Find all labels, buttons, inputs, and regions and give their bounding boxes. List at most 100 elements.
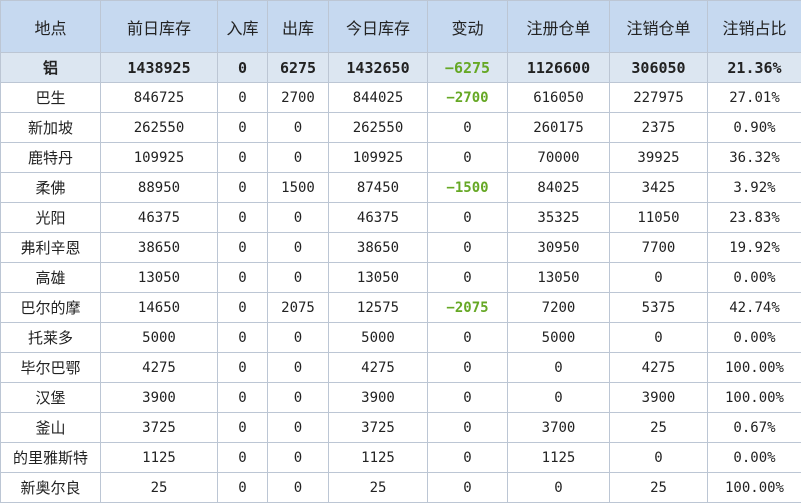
row-value-cell: 0 — [218, 203, 268, 233]
row-location-cell: 高雄 — [1, 263, 101, 293]
row-value-cell: 23.83% — [708, 203, 801, 233]
row-value-cell: 46375 — [329, 203, 428, 233]
row-value-cell: 3425 — [610, 173, 708, 203]
row-value-cell: 0 — [218, 263, 268, 293]
row-value-cell: 84025 — [508, 173, 610, 203]
row-value-cell: 1125 — [101, 443, 218, 473]
col-header-prev-stock: 前日库存 — [101, 1, 218, 53]
row-value-cell: 0 — [610, 443, 708, 473]
row-value-cell: 0 — [428, 473, 508, 503]
row-value-cell: 2700 — [268, 83, 329, 113]
row-value-cell: 0 — [218, 113, 268, 143]
row-value-cell: 0 — [218, 383, 268, 413]
summary-cell: 6275 — [268, 53, 329, 83]
row-value-cell: 3.92% — [708, 173, 801, 203]
row-value-cell: 4275 — [329, 353, 428, 383]
row-value-cell: 100.00% — [708, 383, 801, 413]
row-location-cell: 巴尔的摩 — [1, 293, 101, 323]
row-location-cell: 汉堡 — [1, 383, 101, 413]
row-location-cell: 托莱多 — [1, 323, 101, 353]
row-value-cell: 262550 — [329, 113, 428, 143]
row-value-cell: 100.00% — [708, 353, 801, 383]
summary-cell: 21.36% — [708, 53, 801, 83]
row-value-cell: 0 — [268, 143, 329, 173]
row-value-cell: 0 — [268, 383, 329, 413]
row-value-cell: 3725 — [101, 413, 218, 443]
row-value-cell: 0 — [218, 413, 268, 443]
row-value-cell: 0 — [428, 263, 508, 293]
row-value-cell: 11050 — [610, 203, 708, 233]
summary-cell: 1438925 — [101, 53, 218, 83]
table-row: 巴生84672502700844025−270061605022797527.0… — [1, 83, 801, 113]
row-value-cell: 0 — [428, 443, 508, 473]
row-value-cell: 0 — [268, 413, 329, 443]
row-value-cell: 7700 — [610, 233, 708, 263]
row-value-cell: 1125 — [329, 443, 428, 473]
summary-cell: 铝 — [1, 53, 101, 83]
row-value-cell: 7200 — [508, 293, 610, 323]
row-value-cell: 0 — [428, 203, 508, 233]
row-value-cell: 30950 — [508, 233, 610, 263]
row-value-cell: 0 — [218, 173, 268, 203]
row-value-cell: 0 — [218, 143, 268, 173]
row-value-cell: 0 — [428, 383, 508, 413]
table-row: 巴尔的摩146500207512575−20757200537542.74% — [1, 293, 801, 323]
row-value-cell: 36.32% — [708, 143, 801, 173]
row-value-cell: 0 — [428, 413, 508, 443]
row-value-cell: 39925 — [610, 143, 708, 173]
summary-cell: −6275 — [428, 53, 508, 83]
row-location-cell: 鹿特丹 — [1, 143, 101, 173]
row-value-cell: 846725 — [101, 83, 218, 113]
row-value-cell: 13050 — [508, 263, 610, 293]
row-value-cell: 0.67% — [708, 413, 801, 443]
row-location-cell: 弗利辛恩 — [1, 233, 101, 263]
row-value-cell: 0.00% — [708, 263, 801, 293]
row-value-cell: 1125 — [508, 443, 610, 473]
table-row: 鹿特丹109925001099250700003992536.32% — [1, 143, 801, 173]
table-row: 汉堡3900003900003900100.00% — [1, 383, 801, 413]
row-value-cell: 3725 — [329, 413, 428, 443]
row-value-cell: 0 — [428, 323, 508, 353]
row-value-cell: 5000 — [329, 323, 428, 353]
row-value-cell: 2375 — [610, 113, 708, 143]
row-value-cell: 0 — [218, 233, 268, 263]
row-value-cell: 0 — [218, 83, 268, 113]
row-value-cell: 0.90% — [708, 113, 801, 143]
col-header-cancel-ratio: 注销占比 — [708, 1, 801, 53]
row-value-cell: 14650 — [101, 293, 218, 323]
row-value-cell: 3900 — [101, 383, 218, 413]
row-value-cell: −1500 — [428, 173, 508, 203]
row-value-cell: 12575 — [329, 293, 428, 323]
row-value-cell: 0 — [218, 293, 268, 323]
col-header-location: 地点 — [1, 1, 101, 53]
row-value-cell: 0.00% — [708, 443, 801, 473]
row-value-cell: 19.92% — [708, 233, 801, 263]
table-row: 柔佛889500150087450−15008402534253.92% — [1, 173, 801, 203]
row-value-cell: 25 — [610, 473, 708, 503]
row-value-cell: 0 — [218, 323, 268, 353]
row-value-cell: 0 — [610, 323, 708, 353]
row-value-cell: 88950 — [101, 173, 218, 203]
summary-cell: 1126600 — [508, 53, 610, 83]
row-value-cell: 13050 — [329, 263, 428, 293]
row-value-cell: 25 — [329, 473, 428, 503]
row-value-cell: 70000 — [508, 143, 610, 173]
row-location-cell: 光阳 — [1, 203, 101, 233]
col-header-registered: 注册仓单 — [508, 1, 610, 53]
row-location-cell: 的里雅斯特 — [1, 443, 101, 473]
table-row: 弗利辛恩386500038650030950770019.92% — [1, 233, 801, 263]
inventory-table: 地点 前日库存 入库 出库 今日库存 变动 注册仓单 注销仓单 注销占比 铝 1… — [0, 0, 801, 503]
row-value-cell: 262550 — [101, 113, 218, 143]
row-value-cell: −2075 — [428, 293, 508, 323]
row-value-cell: 25 — [610, 413, 708, 443]
row-value-cell: 3700 — [508, 413, 610, 443]
row-value-cell: 109925 — [101, 143, 218, 173]
row-value-cell: 4275 — [610, 353, 708, 383]
row-value-cell: 0 — [268, 443, 329, 473]
row-value-cell: 100.00% — [708, 473, 801, 503]
row-value-cell: 27.01% — [708, 83, 801, 113]
summary-cell: 306050 — [610, 53, 708, 83]
row-value-cell: 4275 — [101, 353, 218, 383]
row-value-cell: 25 — [101, 473, 218, 503]
row-value-cell: 0 — [508, 473, 610, 503]
